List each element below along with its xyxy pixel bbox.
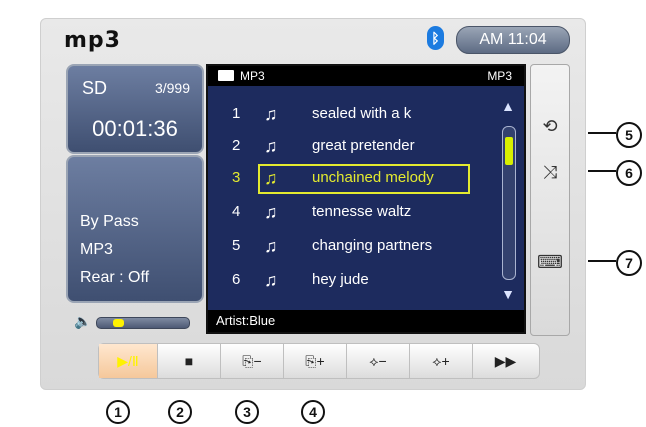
prev-folder-button[interactable]: ⎘− <box>221 344 284 378</box>
list-item-selected[interactable]: 3 ♫ unchained melody <box>226 164 472 194</box>
artist-label: Artist:Blue <box>216 313 276 328</box>
list-footer: Artist:Blue <box>208 310 524 332</box>
audio-info-panel[interactable]: By Pass MP3 Rear : Off <box>66 155 204 303</box>
bluetooth-icon: ᛒ <box>427 26 444 50</box>
track-number: 2 <box>232 137 241 154</box>
track-list: MP3 MP3 1 ♫ sealed with a k 2 ♫ great pr… <box>206 64 526 334</box>
repeat-icon: ⟲ <box>542 116 558 136</box>
music-note-icon: ♫ <box>264 136 278 156</box>
track-title: unchained melody <box>312 169 434 186</box>
list-item[interactable]: 4 ♫ tennesse waltz <box>226 198 472 226</box>
music-note-icon: ♫ <box>264 202 278 222</box>
volume-slider[interactable] <box>96 317 190 329</box>
keyboard-icon: ⌨ <box>537 252 563 272</box>
music-note-icon: ♫ <box>264 168 278 188</box>
track-title: hey jude <box>312 271 369 288</box>
callout-2: 2 <box>168 400 192 424</box>
side-button-bar: ⟲ ⤨ ⌨ <box>530 64 570 336</box>
scroll-thumb[interactable] <box>505 137 513 165</box>
track-number: 1 <box>232 105 241 122</box>
source-label: SD <box>82 78 108 98</box>
list-header: MP3 MP3 <box>208 66 524 86</box>
track-number: 5 <box>232 237 241 254</box>
music-note-icon: ♫ <box>264 270 278 290</box>
source-panel[interactable]: SD 3/999 00:01:36 <box>66 64 204 154</box>
info-line-1: By Pass <box>80 213 139 230</box>
list-item[interactable]: 5 ♫ changing partners <box>226 232 472 260</box>
callout-1: 1 <box>106 400 130 424</box>
callout-4: 4 <box>301 400 325 424</box>
track-title: great pretender <box>312 137 415 154</box>
list-item[interactable]: 1 ♫ sealed with a k <box>226 100 472 128</box>
callout-7: 7 <box>616 250 642 276</box>
elapsed-time: 00:01:36 <box>92 116 178 141</box>
callout-leader-5 <box>588 132 616 134</box>
volume-icon: 🔈 <box>74 313 92 329</box>
next-disc-button[interactable]: ⟡+ <box>410 344 473 378</box>
app-title: mp3 <box>64 28 121 53</box>
track-counter: 3/999 <box>154 80 190 96</box>
repeat-button[interactable]: ⟲ <box>531 107 569 145</box>
list-item[interactable]: 2 ♫ great pretender <box>226 132 472 160</box>
format-label: MP3 <box>487 69 512 83</box>
folder-icon <box>218 70 234 81</box>
clock: AM 11:04 <box>456 26 570 54</box>
keyboard-button[interactable]: ⌨ <box>531 243 569 281</box>
list-item[interactable]: 6 ♫ hey jude <box>226 266 472 294</box>
folder-name: MP3 <box>240 69 265 83</box>
fast-forward-button[interactable]: ▶▶ <box>473 344 538 378</box>
next-folder-button[interactable]: ⎘+ <box>284 344 347 378</box>
scroll-down-icon[interactable]: ▼ <box>500 286 516 302</box>
play-pause-button[interactable]: ▶/Ⅱ <box>99 344 158 378</box>
info-line-2: MP3 <box>80 241 113 258</box>
bottom-control-bar: ▶/Ⅱ ■ ⎘− ⎘+ ⟡− ⟡+ ▶▶ <box>98 343 540 379</box>
track-number: 6 <box>232 271 241 288</box>
track-number: 4 <box>232 203 241 220</box>
stop-button[interactable]: ■ <box>158 344 221 378</box>
track-title: changing partners <box>312 237 433 254</box>
callout-6: 6 <box>616 160 642 186</box>
callout-3: 3 <box>235 400 259 424</box>
track-title: sealed with a k <box>312 105 412 122</box>
shuffle-icon: ⤨ <box>542 162 558 182</box>
callout-leader-7 <box>588 260 616 262</box>
prev-disc-button[interactable]: ⟡− <box>347 344 410 378</box>
callout-5: 5 <box>616 122 642 148</box>
music-note-icon: ♫ <box>264 236 278 256</box>
volume-fill <box>113 319 125 327</box>
shuffle-button[interactable]: ⤨ <box>531 153 569 191</box>
scroll-up-icon[interactable]: ▲ <box>500 98 516 114</box>
music-note-icon: ♫ <box>264 104 278 124</box>
track-number: 3 <box>232 169 241 186</box>
callout-leader-6 <box>588 170 616 172</box>
track-title: tennesse waltz <box>312 203 412 220</box>
info-line-3: Rear : Off <box>80 269 150 286</box>
scrollbar[interactable] <box>502 126 516 280</box>
